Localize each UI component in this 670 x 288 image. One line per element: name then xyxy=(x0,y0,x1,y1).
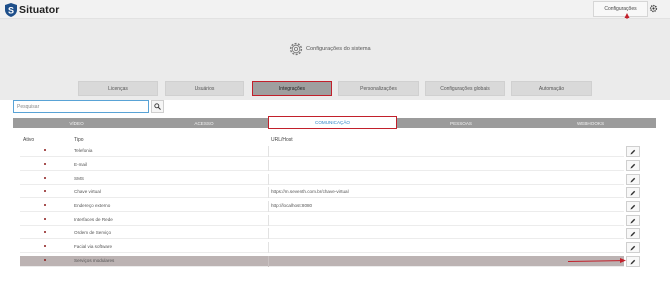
app-logo[interactable]: S Situator xyxy=(5,2,59,17)
annotation-arrow-icon xyxy=(568,258,626,263)
configurations-button[interactable]: Configurações xyxy=(593,1,648,17)
column-header-type: Tipo xyxy=(74,137,84,143)
subtab-acesso[interactable]: ACESSO xyxy=(140,118,268,128)
edit-button[interactable] xyxy=(626,242,640,253)
status-dot xyxy=(44,204,46,206)
row-type: Serviços modulares xyxy=(74,258,115,263)
column-header-url: URL/Host xyxy=(271,137,293,143)
pencil-icon xyxy=(630,245,636,250)
row-type: SMS xyxy=(74,176,84,181)
status-dot xyxy=(44,259,46,261)
search-icon xyxy=(154,103,161,110)
column-header-active: Ativo xyxy=(23,137,35,143)
pencil-icon xyxy=(630,259,636,264)
edit-button[interactable] xyxy=(626,256,640,267)
subtab-webhooks[interactable]: WEBHOOKS xyxy=(525,118,656,128)
pencil-icon xyxy=(630,204,636,209)
status-dot xyxy=(44,177,46,179)
row-url: https://m.seventh.com.br/chave-virtual xyxy=(271,189,349,194)
column-divider xyxy=(268,215,269,226)
row-type: Interfaces de Rede xyxy=(74,217,113,222)
subtab-pessoas[interactable]: PESSOAS xyxy=(397,118,525,128)
settings-header: Configurações do sistema Licenças Usuári… xyxy=(0,19,670,100)
tab-integracoes[interactable]: Integrações xyxy=(252,81,332,96)
row-url: http://localhost:8080 xyxy=(271,203,313,208)
gear-icon xyxy=(289,42,303,56)
table-row[interactable]: E-mail xyxy=(20,160,624,171)
edit-button[interactable] xyxy=(626,201,640,212)
row-type: Endereço externo xyxy=(74,203,111,208)
page-title-text: Configurações do sistema xyxy=(306,46,371,52)
subtab-video[interactable]: VÍDEO xyxy=(13,118,140,128)
edit-button[interactable] xyxy=(626,187,640,198)
status-dot xyxy=(44,218,46,220)
pencil-icon xyxy=(630,218,636,223)
pencil-icon xyxy=(630,190,636,195)
subtab-comunicacao[interactable]: COMUNICAÇÃO xyxy=(268,116,397,129)
column-divider xyxy=(268,228,269,239)
status-dot xyxy=(44,163,46,165)
table-row[interactable]: Telefonia xyxy=(20,146,624,157)
edit-button[interactable] xyxy=(626,228,640,239)
column-divider xyxy=(268,242,269,253)
pencil-icon xyxy=(630,231,636,236)
column-divider xyxy=(268,146,269,157)
shield-s-icon: S xyxy=(5,2,17,17)
edit-button[interactable] xyxy=(626,160,640,171)
table-row[interactable]: Ordem de Serviço xyxy=(20,228,624,239)
gear-icon[interactable] xyxy=(649,4,658,13)
tab-configuracoes-globais[interactable]: Configurações globais xyxy=(425,81,505,96)
row-type: Telefonia xyxy=(74,148,93,153)
pencil-icon xyxy=(630,177,636,182)
search-button[interactable] xyxy=(151,100,164,113)
column-divider xyxy=(268,174,269,185)
column-divider xyxy=(268,187,269,198)
tab-usuarios[interactable]: Usuários xyxy=(165,81,244,96)
column-divider xyxy=(268,160,269,171)
tab-automacao[interactable]: Automação xyxy=(511,81,592,96)
pencil-icon xyxy=(630,163,636,168)
edit-button[interactable] xyxy=(626,215,640,226)
table-row[interactable]: Endereço externo http://localhost:8080 xyxy=(20,201,624,212)
table-row[interactable]: SMS xyxy=(20,174,624,185)
edit-button[interactable] xyxy=(626,174,640,185)
column-divider xyxy=(268,256,269,267)
status-dot xyxy=(44,231,46,233)
search-input[interactable]: Pesquisar xyxy=(13,100,149,113)
tab-licencas[interactable]: Licenças xyxy=(78,81,158,96)
app-name: Situator xyxy=(19,3,60,16)
table-row[interactable]: Chave virtual https://m.seventh.com.br/c… xyxy=(20,187,624,198)
row-type: Ordem de Serviço xyxy=(74,230,112,235)
page-title: Configurações do sistema xyxy=(288,40,371,58)
table-row-selected[interactable]: Serviços modulares xyxy=(20,256,624,267)
table-row[interactable]: Facial via software xyxy=(20,242,624,253)
status-dot xyxy=(44,245,46,247)
status-dot xyxy=(44,190,46,192)
status-dot xyxy=(44,149,46,151)
pencil-icon xyxy=(630,149,636,154)
top-bar: S Situator Configurações xyxy=(0,0,670,19)
table-row[interactable]: Interfaces de Rede xyxy=(20,215,624,226)
tab-personalizacoes[interactable]: Personalizações xyxy=(338,81,419,96)
row-type: Chave virtual xyxy=(74,189,101,194)
row-type: E-mail xyxy=(74,162,88,167)
column-divider xyxy=(268,201,269,212)
edit-button[interactable] xyxy=(626,146,640,157)
integration-category-tabs: VÍDEO ACESSO COMUNICAÇÃO PESSOAS WEBHOOK… xyxy=(13,116,656,129)
svg-text:S: S xyxy=(8,5,14,15)
row-type: Facial via software xyxy=(74,244,113,249)
